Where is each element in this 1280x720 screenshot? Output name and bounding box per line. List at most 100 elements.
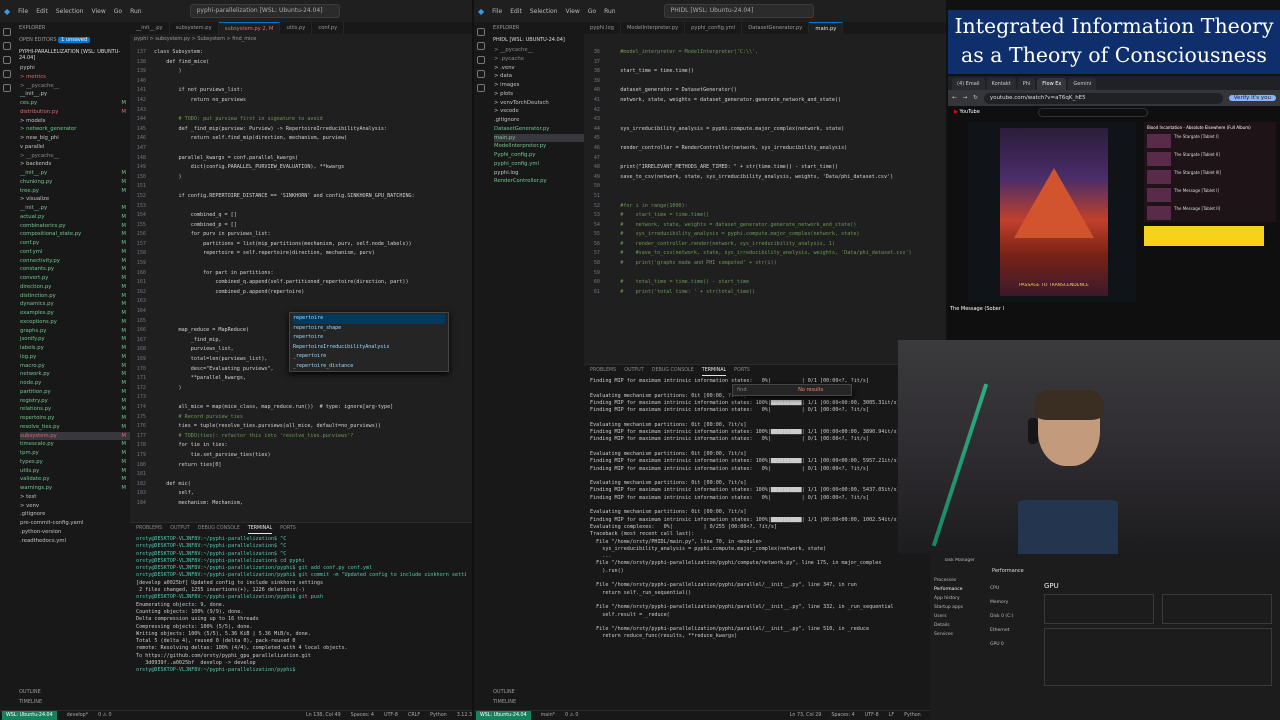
resource-item[interactable]: Disk 0 (C:) <box>990 610 1040 624</box>
file-tree-item[interactable]: conf.py M <box>20 239 130 248</box>
tab-model-interpreter[interactable]: ModelInterpreter.py <box>621 22 686 34</box>
menu-file[interactable]: File <box>492 8 502 15</box>
file-tree-item[interactable]: dynamics.py M <box>20 300 130 309</box>
status-item[interactable]: UTF-8 <box>865 713 879 718</box>
remote-indicator[interactable]: WSL: Ubuntu-24.04 <box>476 711 531 720</box>
menu-go[interactable]: Go <box>114 8 122 15</box>
right-code-editor[interactable]: 36 #model_interpreter = ModelInterpreter… <box>584 44 946 362</box>
open-editors-header[interactable]: OPEN EDITORS 1 unsaved <box>14 34 130 46</box>
file-tree-item[interactable]: main.py <box>494 133 584 143</box>
task-manager-nav-item[interactable]: Processes <box>934 576 984 585</box>
file-tree-item[interactable]: validate.py M <box>20 475 130 484</box>
file-tree-item[interactable]: > network_generator <box>20 125 130 134</box>
file-tree-item[interactable]: ModelInterpreter.py <box>494 142 584 151</box>
remote-indicator[interactable]: WSL: Ubuntu-24.04 <box>2 711 57 720</box>
command-center-search[interactable]: PHIDL [WSL: Ubuntu-24.04] <box>663 4 814 18</box>
autocomplete-widget[interactable]: repertoire repertoire_shape repertoire Repe… <box>289 312 449 372</box>
status-item[interactable]: CRLF <box>408 713 420 718</box>
file-tree-item[interactable]: resolve_ties.py M <box>20 423 130 432</box>
menu-view[interactable]: View <box>91 8 105 15</box>
status-item[interactable]: Python <box>430 713 447 718</box>
file-tree-item[interactable]: __init__.py M <box>20 169 130 178</box>
file-tree-item[interactable]: DatasetGenerator.py <box>494 125 584 134</box>
panel-tab-ports[interactable]: PORTS <box>734 365 750 376</box>
panel-tab-output[interactable]: OUTPUT <box>170 523 190 534</box>
status-item[interactable]: main* <box>541 713 555 718</box>
tab-conf[interactable]: conf.py <box>312 22 345 34</box>
back-icon[interactable]: ← <box>952 95 957 101</box>
file-tree-item[interactable]: ces.py M <box>20 99 130 108</box>
menu-edit[interactable]: Edit <box>510 8 522 15</box>
file-tree-item[interactable]: chunking.py M <box>20 178 130 187</box>
file-tree-item[interactable]: graphs.py M <box>20 327 130 336</box>
suggestion-item[interactable]: RepertoireIrreducibilityAnalysis <box>293 343 445 353</box>
extensions-icon[interactable] <box>477 84 485 92</box>
file-tree-item[interactable]: tree.py M <box>20 187 130 196</box>
suggestion-item[interactable]: _repertoire <box>293 352 445 362</box>
file-tree-item[interactable]: > new_big_phi <box>20 134 130 143</box>
source-control-icon[interactable] <box>477 56 485 64</box>
browser-tab-active[interactable]: Flow Ex <box>1037 78 1067 90</box>
resource-item[interactable]: Memory <box>990 596 1040 610</box>
status-item[interactable]: 0 ⚠ 0 <box>565 713 578 718</box>
file-tree-item[interactable]: > venvTorchDeutsch <box>494 99 584 108</box>
status-item[interactable]: Ln 73, Col 29 <box>790 713 822 718</box>
task-manager-nav-item[interactable]: Services <box>934 630 984 639</box>
panel-tab-problems[interactable]: PROBLEMS <box>136 523 162 534</box>
tab-subsystem-active[interactable]: subsystem.py 2, M <box>218 22 281 34</box>
playlist-item[interactable]: The Stargate [Tablet II] <box>1147 152 1273 168</box>
panel-tab-ports[interactable]: PORTS <box>280 523 296 534</box>
file-tree-item[interactable]: > .pycache <box>494 55 584 64</box>
file-tree-item[interactable]: warnings.py M <box>20 484 130 493</box>
file-tree-item[interactable]: .gitignore <box>20 510 130 519</box>
tab-pyphi-log[interactable]: pyphi.log <box>584 22 621 34</box>
file-tree-item[interactable]: tpm.py M <box>20 449 130 458</box>
file-tree-item[interactable]: labels.py M <box>20 344 130 353</box>
status-item[interactable]: 0 ⚠ 0 <box>98 713 111 718</box>
file-tree-item[interactable]: direction.py M <box>20 283 130 292</box>
file-tree-item[interactable]: constants.py M <box>20 265 130 274</box>
search-icon[interactable] <box>3 42 11 50</box>
playlist-item[interactable]: The Stargate [Tablet I] <box>1147 134 1273 150</box>
browser-tab[interactable]: (4) Email <box>952 78 985 90</box>
status-item[interactable]: Spaces: 4 <box>351 713 374 718</box>
search-icon[interactable] <box>477 42 485 50</box>
ad-banner[interactable] <box>1144 226 1264 246</box>
file-tree-item[interactable]: > images <box>494 81 584 90</box>
file-tree-item[interactable]: pyphi_config.yml <box>494 160 584 169</box>
task-manager-nav-item[interactable]: Details <box>934 621 984 630</box>
file-tree-item[interactable]: __init__.py M <box>20 204 130 213</box>
address-bar[interactable]: youtube.com/watch?v=aT6qK_hE5 <box>983 92 1223 104</box>
menu-selection[interactable]: Selection <box>530 8 558 15</box>
browser-tab[interactable]: Kontakt <box>986 78 1016 90</box>
task-manager-nav-item[interactable]: Startup apps <box>934 603 984 612</box>
file-tree-item[interactable]: repertoire.py M <box>20 414 130 423</box>
file-tree-item[interactable]: > .venv <box>494 64 584 73</box>
tab-init[interactable]: __init__.py <box>130 22 170 34</box>
run-debug-icon[interactable] <box>477 70 485 78</box>
file-tree-item[interactable]: > __pycache__ <box>494 46 584 55</box>
playlist-item[interactable]: The Stargate [Tablet III] <box>1147 170 1273 186</box>
file-tree-item[interactable]: utils.py M <box>20 467 130 476</box>
file-tree-item[interactable]: types.py M <box>20 458 130 467</box>
verify-button[interactable]: Verify it's you <box>1228 95 1276 101</box>
file-tree-item[interactable]: > __pycache__ <box>20 152 130 161</box>
file-tree-item[interactable]: > test <box>20 493 130 502</box>
panel-tab-debug[interactable]: DEBUG CONSOLE <box>652 365 694 376</box>
file-tree-item[interactable]: actual.py M <box>20 213 130 222</box>
video-player[interactable]: PASSAGE TO TRANSCENDENCE <box>968 122 1136 302</box>
tab-main[interactable]: main.py <box>809 22 844 34</box>
file-tree-item[interactable]: > __pycache__ <box>20 82 130 91</box>
file-tree-item[interactable]: node.py M <box>20 379 130 388</box>
terminal-find-widget[interactable]: find No results <box>732 384 852 396</box>
file-tree-item[interactable]: .python-version <box>20 528 130 537</box>
menu-edit[interactable]: Edit <box>36 8 48 15</box>
extensions-icon[interactable] <box>3 84 11 92</box>
tab-subsystem[interactable]: subsystem.py <box>170 22 219 34</box>
status-item[interactable]: Python <box>904 713 921 718</box>
suggestion-item[interactable]: repertoire <box>293 314 445 324</box>
suggestion-item[interactable]: _repertoire_distance <box>293 362 445 371</box>
file-tree-item[interactable]: pyphi.log <box>494 169 584 178</box>
file-tree-item[interactable]: registry.py M <box>20 397 130 406</box>
tab-pyphi-config[interactable]: pyphi_config.yml <box>685 22 743 34</box>
